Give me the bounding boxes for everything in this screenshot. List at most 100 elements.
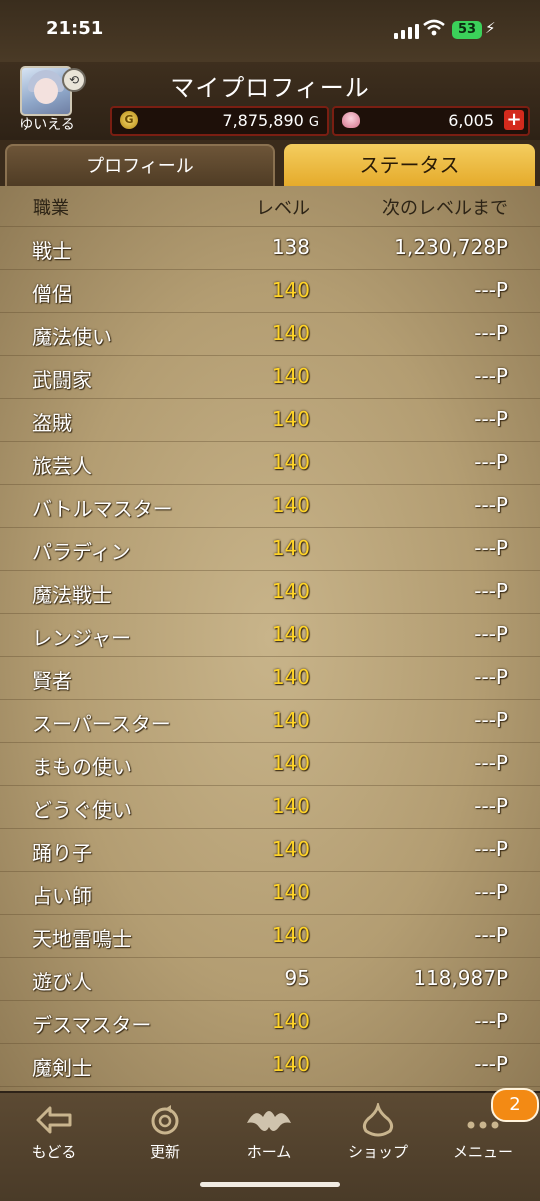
menu-label: メニュー	[452, 1143, 513, 1161]
menu-notification-badge: 2	[491, 1088, 539, 1122]
job-name: どうぐ使い	[32, 798, 132, 822]
table-row: 遊び人 95 118,987P	[0, 958, 540, 1001]
table-row: パラディン 140 ---P	[0, 528, 540, 571]
job-name: 僧侶	[32, 282, 72, 306]
job-level: 140	[271, 407, 310, 431]
table-row: 武闘家 140 ---P	[0, 356, 540, 399]
job-level: 140	[271, 278, 310, 302]
job-level: 140	[271, 364, 310, 388]
table-row: まもの使い 140 ---P	[0, 743, 540, 786]
status-bar: 21:51 53 ⚡	[0, 0, 540, 62]
table-row: 賢者 140 ---P	[0, 657, 540, 700]
exp-to-next-level: ---P	[474, 837, 508, 861]
table-header: 職業 レベル 次のレベルまで	[0, 186, 540, 226]
job-name: バトルマスター	[32, 497, 173, 521]
job-name: 戦士	[32, 239, 72, 263]
table-row: 占い師 140 ---P	[0, 872, 540, 915]
job-name: 盗賊	[32, 411, 72, 435]
job-name: 踊り子	[32, 841, 92, 865]
gold-unit: G	[308, 115, 319, 130]
gem-icon	[342, 112, 360, 128]
exp-to-next-level: 118,987P	[413, 966, 508, 990]
job-level: 140	[271, 794, 310, 818]
gem-display: 6,005 +	[332, 106, 530, 136]
exp-to-next-level: ---P	[474, 407, 508, 431]
job-name: 天地雷鳴士	[32, 927, 132, 951]
exp-to-next-level: ---P	[474, 321, 508, 345]
job-level: 140	[271, 751, 310, 775]
exp-to-next-level: ---P	[474, 536, 508, 560]
exp-to-next-level: ---P	[474, 923, 508, 947]
exp-to-next-level: ---P	[474, 278, 508, 302]
job-name: 武闘家	[32, 368, 92, 392]
job-name: 旅芸人	[32, 454, 92, 478]
job-name: レンジャー	[32, 626, 131, 650]
refresh-button[interactable]: 更新	[115, 1103, 215, 1162]
job-level: 140	[271, 450, 310, 474]
username: ゆいえる	[19, 117, 75, 133]
exp-to-next-level: ---P	[474, 880, 508, 904]
exp-to-next-level: ---P	[474, 493, 508, 517]
exp-to-next-level: 1,230,728P	[394, 235, 508, 259]
job-name: スーパースター	[32, 712, 171, 736]
job-name: 賢者	[32, 669, 72, 693]
back-arrow-icon	[36, 1106, 72, 1134]
gold-display: G 7,875,890 G	[110, 106, 329, 136]
table-row: 盗賊 140 ---P	[0, 399, 540, 442]
job-level: 140	[271, 1009, 310, 1033]
tab-profile[interactable]: プロフィール	[5, 144, 275, 188]
home-label: ホーム	[246, 1143, 292, 1161]
dragon-home-icon	[247, 1111, 291, 1131]
table-row: バトルマスター 140 ---P	[0, 485, 540, 528]
column-level: レベル	[256, 198, 310, 219]
table-row: レンジャー 140 ---P	[0, 614, 540, 657]
refresh-label: 更新	[149, 1143, 180, 1161]
gem-amount: 6,005	[448, 111, 494, 130]
page-title: マイプロフィール	[170, 74, 370, 102]
table-row: 天地雷鳴士 140 ---P	[0, 915, 540, 958]
gold-coin-icon: G	[120, 111, 138, 129]
job-level: 138	[271, 235, 310, 259]
job-level: 140	[271, 1052, 310, 1076]
wifi-icon	[423, 19, 445, 36]
job-name: デスマスター	[32, 1013, 152, 1037]
home-button[interactable]: ホーム	[219, 1103, 319, 1162]
exp-to-next-level: ---P	[474, 364, 508, 388]
tab-status[interactable]: ステータス	[284, 144, 535, 186]
exp-to-next-level: ---P	[474, 1009, 508, 1033]
home-indicator[interactable]	[200, 1182, 340, 1187]
back-button[interactable]: もどる	[4, 1103, 104, 1162]
job-level: 140	[271, 579, 310, 603]
charging-icon: ⚡	[485, 19, 496, 37]
table-row: どうぐ使い 140 ---P	[0, 786, 540, 829]
table-row: 魔法使い 140 ---P	[0, 313, 540, 356]
column-next-level: 次のレベルまで	[382, 198, 508, 219]
job-level: 140	[271, 665, 310, 689]
exp-to-next-level: ---P	[474, 665, 508, 689]
battery-icon: 53	[452, 21, 482, 39]
table-row: 魔剣士 140 ---P	[0, 1044, 540, 1087]
job-level: 140	[271, 536, 310, 560]
shop-button[interactable]: ショップ	[328, 1103, 428, 1162]
job-list: 戦士 138 1,230,728P 僧侶 140 ---P 魔法使い 140 ---P 武闘家 14…	[0, 226, 540, 1091]
exp-to-next-level: ---P	[474, 708, 508, 732]
profile-header: ⟲ ゆいえる マイプロフィール G 7,875,890 G 6,005 +	[0, 62, 540, 142]
column-job: 職業	[33, 198, 69, 219]
back-label: もどる	[31, 1143, 77, 1161]
job-level: 140	[271, 880, 310, 904]
add-gems-button[interactable]: +	[504, 110, 524, 130]
job-level: 140	[271, 837, 310, 861]
table-row: 僧侶 140 ---P	[0, 270, 540, 313]
cellular-signal-icon	[394, 24, 419, 39]
shop-label: ショップ	[347, 1143, 408, 1161]
job-level: 140	[271, 622, 310, 646]
table-row: スーパースター 140 ---P	[0, 700, 540, 743]
job-level: 140	[271, 493, 310, 517]
exp-to-next-level: ---P	[474, 450, 508, 474]
table-row: 踊り子 140 ---P	[0, 829, 540, 872]
exp-to-next-level: ---P	[474, 794, 508, 818]
job-name: 魔剣士	[32, 1056, 92, 1080]
job-level: 140	[271, 923, 310, 947]
exp-to-next-level: ---P	[474, 579, 508, 603]
job-level: 95	[284, 966, 310, 990]
